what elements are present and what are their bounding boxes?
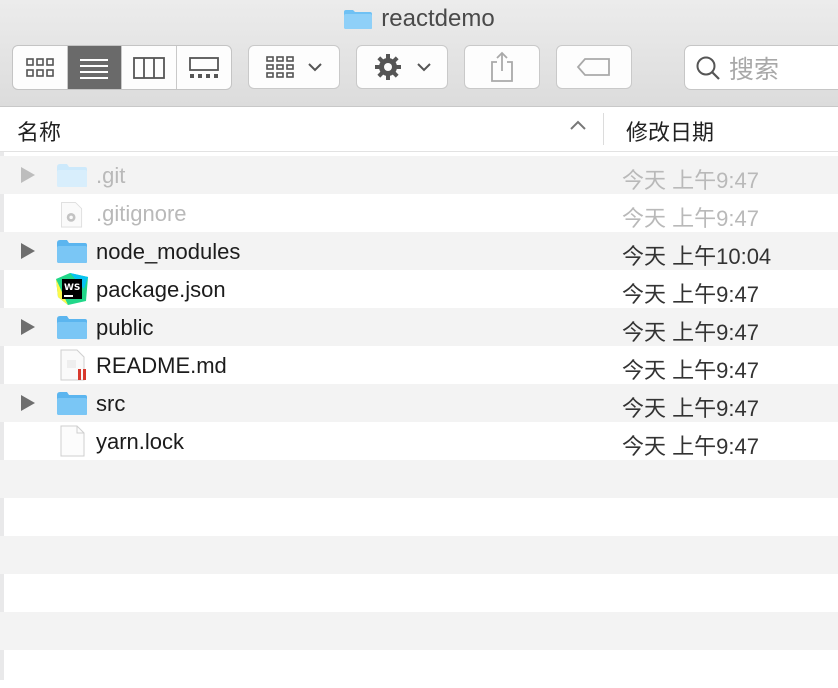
disclosure-triangle-icon[interactable] [21,319,35,335]
file-row[interactable]: yarn.lock 今天 上午9:47 [0,422,838,460]
column-header-name[interactable]: 名称 [17,115,61,147]
empty-row [0,650,838,688]
file-name: public [96,315,154,340]
file-date: 今天 上午9:47 [622,282,759,307]
file-date: 今天 上午9:47 [622,434,759,459]
group-by-button[interactable] [248,45,340,89]
file-date: 今天 上午10:04 [622,244,772,269]
column-view-button[interactable] [122,46,177,89]
file-row[interactable]: README.md 今天 上午9:47 [0,346,838,384]
disclosure-triangle-icon[interactable] [21,243,35,259]
finder-toolbar: reactdemo 搜索 [0,0,838,107]
settings-file-icon [61,202,83,228]
file-name: src [96,391,126,416]
file-date: 今天 上午9:47 [622,320,759,345]
column-header-row: 名称 修改日期 [0,107,838,152]
file-row[interactable]: .git 今天 上午9:47 [0,156,838,194]
file-name: node_modules [96,239,241,264]
gear-icon [375,54,401,80]
file-row[interactable]: node_modules 今天 上午10:04 [0,232,838,270]
gallery-view-button[interactable] [177,46,232,89]
empty-row [0,574,838,612]
webstorm-file-icon: WS [56,273,88,305]
file-name: yarn.lock [96,429,185,454]
file-name: README.md [96,353,227,378]
file-row[interactable]: .gitignore 今天 上午9:47 [0,194,838,232]
icon-view-button[interactable] [13,46,68,89]
folder-icon [57,164,87,187]
icon-grid-icon [25,57,54,77]
empty-row [0,536,838,574]
list-icon [80,58,109,79]
empty-row [0,498,838,536]
search-field[interactable]: 搜索 [684,45,838,90]
view-mode-segmented-control [12,45,232,90]
share-button[interactable] [464,45,540,89]
file-date: 今天 上午9:47 [622,396,759,421]
action-button[interactable] [356,45,448,89]
folder-icon [344,10,373,29]
file-date: 今天 上午9:47 [622,358,759,383]
gallery-icon [188,56,219,78]
window-title: reactdemo [381,5,495,32]
markdown-file-icon [60,349,86,381]
search-icon [696,56,720,80]
folder-icon [57,316,87,339]
file-list: .git 今天 上午9:47 .gitignore 今天 上午9:47 node… [0,156,838,688]
blank-file-icon [60,425,85,457]
share-icon [491,51,513,82]
chevron-down-icon [417,63,431,72]
file-name: .git [96,163,126,188]
window-title-bar: reactdemo [0,5,838,33]
columns-icon [132,56,165,79]
tag-icon [576,58,610,76]
list-view-button[interactable] [67,46,122,89]
svg-text:WS: WS [64,283,80,293]
file-row[interactable]: public 今天 上午9:47 [0,308,838,346]
search-placeholder: 搜索 [729,55,780,84]
file-date: 今天 上午9:47 [622,206,759,231]
empty-row [0,460,838,498]
disclosure-triangle-icon[interactable] [21,395,35,411]
file-name: .gitignore [96,201,187,226]
disclosure-triangle-icon[interactable] [21,167,35,183]
tag-button[interactable] [556,45,632,89]
folder-icon [57,392,87,415]
empty-row [0,612,838,650]
column-header-date-modified[interactable]: 修改日期 [626,115,714,147]
file-row[interactable]: WS package.json 今天 上午9:47 [0,270,838,308]
group-grid-icon [266,56,294,78]
file-row[interactable]: src 今天 上午9:47 [0,384,838,422]
file-date: 今天 上午9:47 [622,168,759,193]
sort-ascending-icon[interactable] [570,119,586,131]
column-divider[interactable] [603,113,604,145]
file-name: package.json [96,277,226,302]
folder-icon [57,240,87,263]
chevron-down-icon [308,63,322,72]
